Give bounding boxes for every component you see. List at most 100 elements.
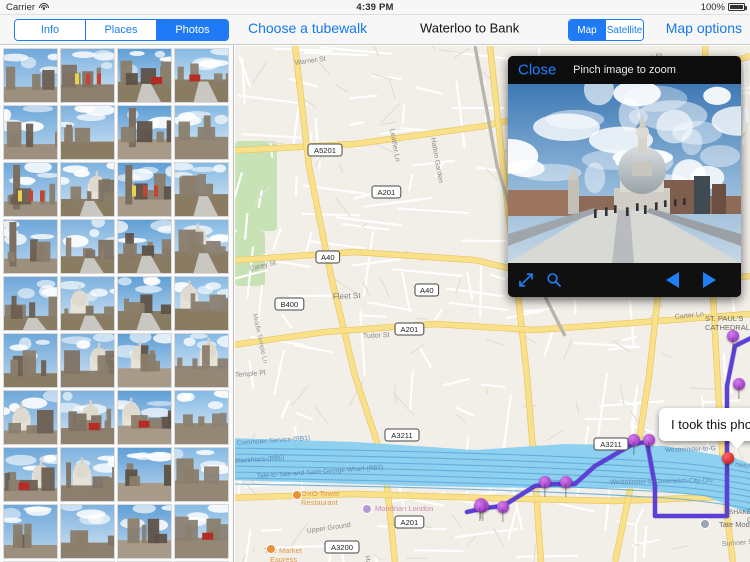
svg-text:A201: A201 [378, 188, 396, 197]
choose-tubewalk-button[interactable]: Choose a tubewalk [248, 20, 367, 36]
tab-photos[interactable]: Photos [156, 20, 228, 40]
photo-thumbnail[interactable] [174, 219, 229, 274]
photo-thumbnail[interactable] [117, 162, 172, 217]
svg-text:A201: A201 [401, 518, 419, 527]
photo-thumbnail-grid[interactable] [0, 46, 233, 562]
tab-satellite[interactable]: Satellite [606, 20, 643, 40]
callout-text: I took this photo here... [671, 417, 750, 432]
battery-full-icon [728, 3, 747, 11]
tab-map[interactable]: Map [569, 20, 606, 40]
photo-thumbnail[interactable] [3, 48, 58, 103]
photo-thumbnail[interactable] [174, 48, 229, 103]
photo-thumbnail[interactable] [117, 48, 172, 103]
next-arrow-icon[interactable] [703, 272, 716, 288]
route-title: Waterloo to Bank [420, 20, 520, 36]
photo-thumbnail[interactable] [174, 390, 229, 445]
svg-text:A201: A201 [401, 325, 419, 334]
photo-thumbnail[interactable] [60, 504, 115, 559]
search-icon[interactable] [546, 272, 562, 288]
map-pin-photo[interactable] [727, 330, 739, 351]
map-pin-photo[interactable] [560, 476, 572, 497]
expand-icon[interactable] [518, 272, 534, 288]
photo-thumbnail[interactable] [117, 447, 172, 502]
lightbox-toolbar [508, 263, 741, 297]
photo-thumbnail[interactable] [3, 276, 58, 331]
map-pin-photo[interactable] [628, 434, 640, 455]
status-bar: Carrier 4:39 PM 100% [0, 0, 750, 15]
photo-thumbnail[interactable] [117, 504, 172, 559]
tab-info[interactable]: Info [15, 20, 86, 40]
pin-stalk [565, 484, 567, 497]
pin-stalk [648, 442, 650, 455]
app-root: Carrier 4:39 PM 100% Info Places Photos … [0, 0, 750, 562]
svg-text:B400: B400 [281, 300, 299, 309]
photo-location-callout[interactable]: I took this photo here... [659, 408, 750, 449]
photo-thumbnail[interactable] [174, 105, 229, 160]
photo-thumbnail[interactable] [3, 219, 58, 274]
photo-thumbnail[interactable] [174, 447, 229, 502]
pin-stalk [738, 386, 740, 399]
photo-thumbnail[interactable] [174, 276, 229, 331]
photo-thumbnail[interactable] [3, 162, 58, 217]
photo-thumbnail[interactable] [60, 333, 115, 388]
map-pin-photo[interactable] [474, 500, 486, 521]
map-pin-photo[interactable] [497, 501, 509, 522]
map-options-button[interactable]: Map options [666, 20, 742, 36]
map-pin-photo[interactable] [539, 476, 551, 497]
photo-thumbnail[interactable] [60, 219, 115, 274]
photo-thumbnail[interactable] [3, 105, 58, 160]
photo-thumbnail[interactable] [117, 390, 172, 445]
svg-text:A3211: A3211 [391, 431, 412, 440]
map-type-segmented-control[interactable]: Map Satellite [568, 19, 644, 41]
photo-thumbnail[interactable] [117, 105, 172, 160]
photo-thumbnail[interactable] [3, 390, 58, 445]
photo-thumbnail[interactable] [60, 447, 115, 502]
photo-thumbnail[interactable] [60, 105, 115, 160]
svg-text:ST. PAUL'S: ST. PAUL'S [705, 314, 743, 323]
svg-text:SHAKESPEARE'S: SHAKESPEARE'S [729, 509, 750, 516]
photo-thumbnail[interactable] [174, 333, 229, 388]
svg-text:Express: Express [270, 555, 297, 562]
svg-text:A3200: A3200 [331, 543, 353, 552]
photo-thumbnail[interactable] [174, 162, 229, 217]
photo-thumbnail[interactable] [3, 447, 58, 502]
map-pin-selected[interactable] [722, 452, 734, 473]
pin-stalk [633, 442, 635, 455]
photo-thumbnail[interactable] [3, 333, 58, 388]
svg-text:Fleet St: Fleet St [333, 291, 362, 301]
status-bar-time: 4:39 PM [356, 1, 394, 13]
lightbox-photo[interactable] [508, 84, 741, 263]
photo-thumbnail[interactable] [60, 48, 115, 103]
zoom-hint-label: Pinch image to zoom [573, 64, 676, 76]
pin-stalk [502, 509, 504, 522]
photo-thumbnail[interactable] [60, 162, 115, 217]
previous-arrow-icon[interactable] [666, 272, 679, 288]
svg-text:A40: A40 [420, 286, 434, 295]
svg-text:A3211: A3211 [600, 440, 621, 449]
map-pin-photo[interactable] [733, 378, 745, 399]
svg-text:CATHEDRAL: CATHEDRAL [705, 323, 750, 332]
photo-pane[interactable] [0, 46, 234, 562]
pin-stalk [479, 508, 481, 521]
status-bar-right: 100% [700, 1, 747, 13]
map-pin-photo[interactable] [643, 434, 655, 455]
photo-thumbnail[interactable] [3, 504, 58, 559]
photo-lightbox[interactable]: Close Pinch image to zoom [508, 56, 741, 297]
photo-thumbnail[interactable] [117, 333, 172, 388]
svg-text:A5201: A5201 [314, 146, 336, 155]
photo-thumbnail[interactable] [117, 276, 172, 331]
pin-stalk [727, 460, 729, 473]
svg-text:Tate Modern: Tate Modern [719, 520, 750, 529]
svg-text:OXO Tower: OXO Tower [301, 489, 340, 498]
lightbox-header: Close Pinch image to zoom [508, 56, 741, 84]
photo-thumbnail[interactable] [60, 276, 115, 331]
photo-thumbnail[interactable] [117, 219, 172, 274]
battery-percent-label: 100% [700, 1, 725, 13]
source-segmented-control[interactable]: Info Places Photos [14, 19, 229, 41]
svg-text:A40: A40 [321, 253, 335, 262]
photo-thumbnail[interactable] [174, 504, 229, 559]
photo-thumbnail[interactable] [60, 390, 115, 445]
top-toolbar: Info Places Photos Choose a tubewalk Wat… [0, 15, 750, 45]
pin-stalk [544, 484, 546, 497]
tab-places[interactable]: Places [85, 20, 157, 40]
